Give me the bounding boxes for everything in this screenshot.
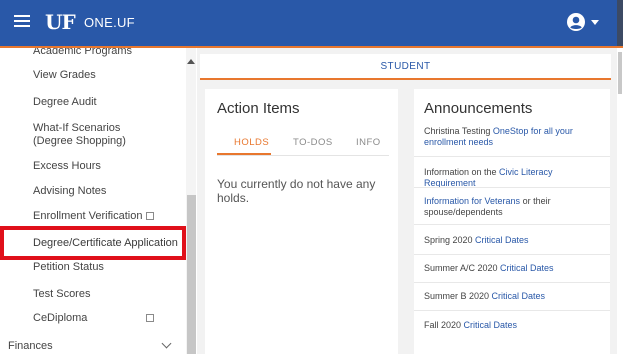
announcement-text: Christina Testing [424, 126, 493, 136]
announcement-item: Summer A/C 2020 Critical Dates [424, 263, 606, 274]
page-scrollbar-thumb[interactable] [618, 52, 622, 94]
sidebar-scrollbar-thumb[interactable] [187, 195, 196, 354]
sidebar-item-cediploma[interactable]: CeDiploma [0, 312, 186, 328]
sidebar-item-academic-programs[interactable]: Academic Programs [0, 48, 186, 58]
announcement-text: Summer B 2020 [424, 291, 492, 301]
sidebar-item-label: Finances [8, 340, 53, 352]
sidebar-item-label: CeDiploma [33, 312, 88, 324]
tab-info[interactable]: INFO [356, 137, 381, 148]
app-title[interactable]: ONE.UF [84, 15, 135, 30]
divider [414, 224, 610, 225]
sidebar-item-label: Petition Status [33, 261, 104, 273]
divider [414, 156, 610, 157]
sidebar-nav: Academic Programs View Grades Degree Aud… [0, 48, 196, 354]
sidebar-item-what-if-scenarios[interactable]: What-If Scenarios (Degree Shopping) [0, 122, 186, 150]
external-link-icon [146, 212, 154, 220]
sidebar-item-label: Test Scores [33, 288, 91, 300]
section-header: STUDENT [200, 54, 611, 80]
menu-icon[interactable] [14, 14, 30, 28]
divider [414, 282, 610, 283]
page-scrollbar[interactable] [617, 48, 623, 354]
action-items-card: Action Items HOLDS TO-DOS INFO You curre… [205, 89, 398, 354]
sidebar-item-finances[interactable]: Finances [0, 338, 186, 354]
sidebar-item-advising-notes[interactable]: Advising Notes [0, 185, 186, 201]
sidebar-item-label: Enrollment Verification [33, 210, 143, 222]
sidebar-item-test-scores[interactable]: Test Scores [0, 288, 186, 304]
sidebar-item-label: Degree/Certificate Application [33, 237, 178, 249]
sidebar-item-excess-hours[interactable]: Excess Hours [0, 160, 186, 176]
sidebar-item-label: Advising Notes [33, 185, 107, 197]
divider [414, 187, 610, 188]
tab-todos[interactable]: TO-DOS [293, 137, 333, 148]
sidebar-item-petition-status[interactable]: Petition Status [0, 261, 186, 277]
announcements-card: Announcements Christina Testing OneStop … [414, 89, 610, 354]
announcement-text: Information on the [424, 167, 500, 177]
user-account-menu[interactable] [566, 12, 608, 34]
caret-down-icon [591, 20, 599, 25]
window-edge [617, 0, 623, 46]
announcement-item: Information for Veterans or their spouse… [424, 196, 606, 218]
chevron-down-icon [161, 338, 172, 349]
section-label[interactable]: STUDENT [200, 61, 611, 72]
user-circle-icon [567, 13, 585, 31]
sidebar-item-label: Academic Programs [33, 48, 133, 57]
announcement-item: Summer B 2020 Critical Dates [424, 291, 606, 302]
announcement-item: Spring 2020 Critical Dates [424, 235, 606, 246]
divider [414, 254, 610, 255]
empty-holds-message: You currently do not have any holds. [217, 177, 376, 205]
announcement-text: Summer A/C 2020 [424, 263, 501, 273]
sidebar-item-label: Degree Audit [33, 96, 97, 108]
announcement-link[interactable]: Critical Dates [464, 320, 518, 330]
sidebar-item-enrollment-verification[interactable]: Enrollment Verification [0, 210, 186, 226]
announcement-item: Christina Testing OneStop for all your e… [424, 126, 606, 148]
announcement-link[interactable]: Information for Veterans [424, 196, 520, 206]
announcement-item: Fall 2020 Critical Dates [424, 320, 606, 331]
action-items-title: Action Items [217, 100, 300, 117]
tab-holds[interactable]: HOLDS [234, 137, 269, 148]
announcements-title: Announcements [424, 100, 533, 117]
sidebar-item-degree-audit[interactable]: Degree Audit [0, 96, 186, 112]
announcement-item: Information on the Civic Literacy Requir… [424, 167, 606, 189]
sidebar-item-degree-certificate-application[interactable]: Degree/Certificate Application [0, 226, 186, 260]
sidebar-item-label: What-If Scenarios (Degree Shopping) [33, 122, 126, 147]
announcement-text: Spring 2020 [424, 235, 476, 245]
uf-logo[interactable]: UF [45, 10, 76, 34]
announcement-text: Fall 2020 [424, 320, 464, 330]
sidebar-item-label: Excess Hours [33, 160, 101, 172]
announcement-link[interactable]: Critical Dates [500, 263, 554, 273]
sidebar-item-view-grades[interactable]: View Grades [0, 69, 186, 85]
external-link-icon [146, 314, 154, 322]
scroll-up-arrow-icon[interactable] [187, 59, 195, 64]
tab-divider [217, 155, 389, 156]
announcement-link[interactable]: Critical Dates [492, 291, 546, 301]
divider [414, 310, 610, 311]
sidebar-item-label: View Grades [33, 69, 96, 81]
announcement-link[interactable]: Critical Dates [475, 235, 529, 245]
